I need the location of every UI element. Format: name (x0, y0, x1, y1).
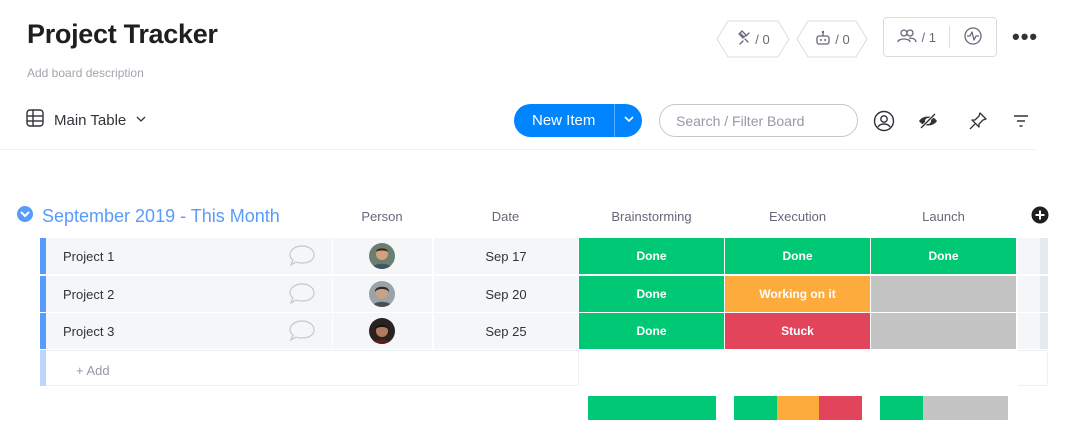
summary-segment-empty (922, 396, 1008, 420)
column-header-person[interactable]: Person (332, 209, 432, 224)
item-name[interactable]: Project 2 (63, 287, 114, 302)
table-row[interactable]: Project 3 Sep 25 Done Stuck (40, 313, 1048, 350)
item-name-cell[interactable]: Project 2 (46, 276, 332, 312)
integrations-count: / 0 (755, 31, 770, 47)
collapse-group-icon[interactable] (16, 205, 34, 228)
status-brainstorming[interactable]: Done (579, 276, 724, 312)
table-icon (25, 108, 45, 132)
summary-execution[interactable] (734, 396, 862, 420)
table-row[interactable]: Project 1 Sep 17 Done Done Done (40, 238, 1048, 275)
automations-button[interactable]: / 0 (796, 20, 868, 58)
board-title[interactable]: Project Tracker (27, 19, 218, 50)
date-value: Sep 20 (485, 287, 527, 302)
date-cell[interactable]: Sep 25 (433, 313, 578, 349)
status-launch[interactable]: Done (871, 238, 1016, 274)
add-item-input[interactable]: + Add (76, 363, 110, 378)
chat-bubble-icon[interactable] (288, 282, 316, 311)
activity-icon (963, 26, 983, 49)
header-divider (0, 149, 1036, 150)
person-cell[interactable] (332, 238, 432, 274)
new-item-dropdown[interactable] (614, 104, 642, 137)
row-scroll-edge (1040, 276, 1048, 312)
status-execution[interactable]: Stuck (725, 313, 870, 349)
status-brainstorming[interactable]: Done (579, 313, 724, 349)
column-header-date[interactable]: Date (433, 209, 578, 224)
new-item-button[interactable]: New Item (514, 104, 642, 137)
summary-segment-done (880, 396, 923, 420)
summary-brainstorming[interactable] (588, 396, 716, 420)
integrations-button[interactable]: / 0 (716, 20, 790, 58)
column-header-brainstorming[interactable]: Brainstorming (579, 209, 724, 224)
status-brainstorming[interactable]: Done (579, 238, 724, 274)
status-launch[interactable] (871, 313, 1016, 349)
date-cell[interactable]: Sep 17 (433, 238, 578, 274)
group-header[interactable]: September 2019 - This Month (16, 205, 280, 228)
avatar (369, 318, 395, 344)
column-header-execution[interactable]: Execution (725, 209, 870, 224)
summary-segment-working (776, 396, 820, 420)
avatar (369, 281, 395, 307)
person-cell[interactable] (332, 313, 432, 349)
people-icon (897, 28, 918, 47)
members-count: / 1 (921, 29, 936, 45)
status-execution[interactable]: Working on it (725, 276, 870, 312)
add-column-icon[interactable] (1031, 206, 1049, 229)
sort-filter-icon[interactable] (1008, 108, 1034, 134)
activity-button[interactable] (950, 18, 996, 56)
pin-icon[interactable] (965, 108, 991, 134)
search-input[interactable]: Search / Filter Board (659, 104, 858, 137)
chat-bubble-icon[interactable] (288, 244, 316, 273)
item-name[interactable]: Project 1 (63, 249, 114, 264)
add-item-row[interactable]: + Add (40, 350, 1048, 386)
summary-segment-done (734, 396, 777, 420)
summary-segment-stuck (819, 396, 862, 420)
date-value: Sep 17 (485, 249, 527, 264)
date-value: Sep 25 (485, 324, 527, 339)
board-description[interactable]: Add board description (27, 66, 144, 80)
add-row-end-cell (1018, 350, 1048, 386)
summary-launch[interactable] (880, 396, 1008, 420)
row-scroll-edge (1040, 313, 1048, 349)
item-name[interactable]: Project 3 (63, 324, 114, 339)
view-selector[interactable]: Main Table (25, 108, 147, 132)
person-cell[interactable] (332, 276, 432, 312)
row-scroll-edge (1040, 238, 1048, 274)
column-header-launch[interactable]: Launch (871, 209, 1016, 224)
more-options-icon[interactable]: ••• (1012, 24, 1038, 50)
summary-segment-done (588, 396, 716, 420)
item-name-cell[interactable]: Project 3 (46, 313, 332, 349)
members-button[interactable]: / 1 (884, 18, 949, 56)
integrations-icon (736, 29, 752, 49)
hide-columns-icon[interactable] (915, 108, 941, 134)
chevron-down-icon (623, 112, 635, 129)
members-activity-box: / 1 (883, 17, 997, 57)
chat-bubble-icon[interactable] (288, 319, 316, 348)
date-cell[interactable]: Sep 20 (433, 276, 578, 312)
table-row[interactable]: Project 2 Sep 20 Done Working on it (40, 276, 1048, 313)
add-item-cell[interactable]: + Add (46, 350, 579, 386)
item-name-cell[interactable]: Project 1 (46, 238, 332, 274)
new-item-label: New Item (532, 112, 596, 129)
group-title[interactable]: September 2019 - This Month (42, 206, 280, 227)
robot-icon (814, 30, 832, 49)
person-filter-icon[interactable] (871, 108, 897, 134)
avatar (369, 243, 395, 269)
automations-count: / 0 (835, 31, 850, 47)
status-execution[interactable]: Done (725, 238, 870, 274)
status-launch[interactable] (871, 276, 1016, 312)
view-label: Main Table (54, 111, 127, 129)
chevron-down-icon (135, 112, 147, 129)
